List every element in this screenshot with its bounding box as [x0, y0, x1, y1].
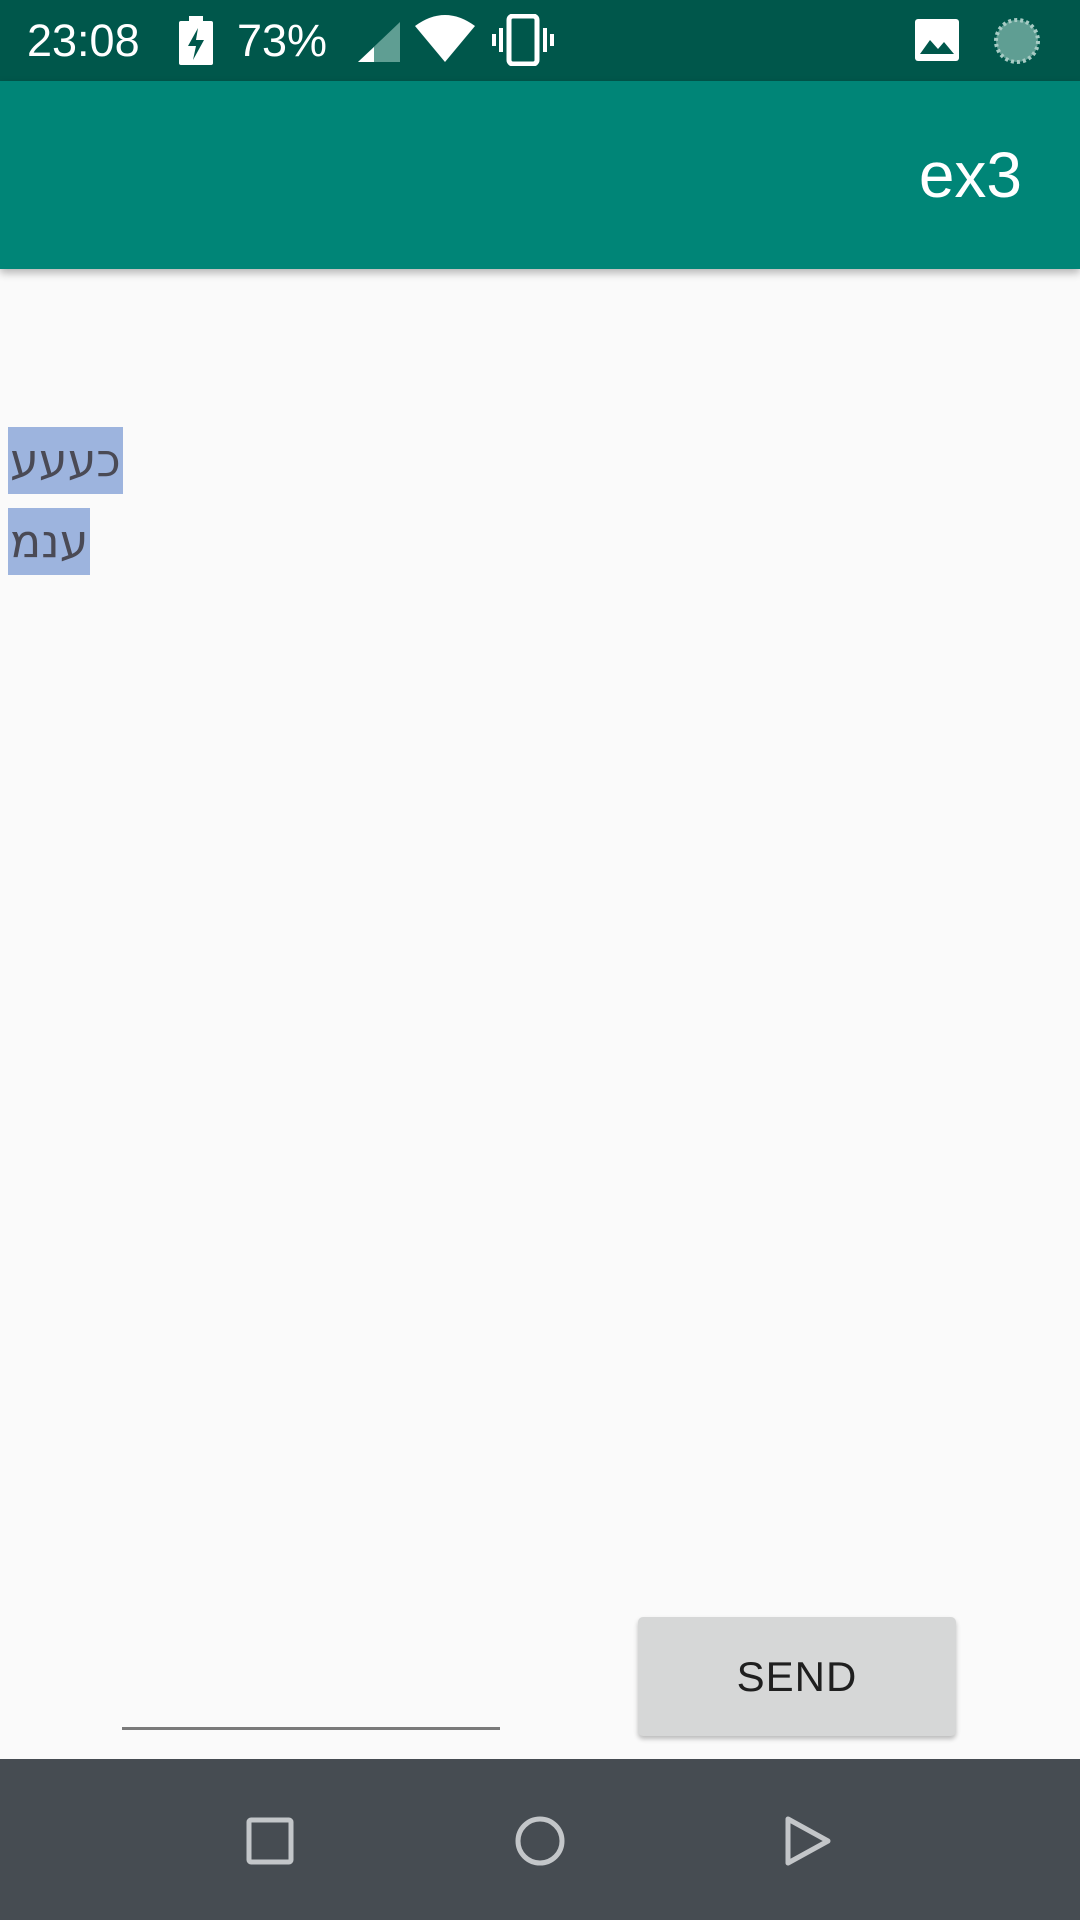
cell-signal-icon: [358, 22, 400, 62]
vibrate-icon: [492, 14, 554, 66]
app-bar: ex3: [0, 81, 1080, 269]
back-icon[interactable]: [784, 1815, 832, 1867]
navigation-bar: [0, 1759, 1080, 1920]
image-icon: [915, 19, 959, 61]
status-bar: 23:08 73%: [0, 0, 1080, 81]
message-input[interactable]: [122, 1640, 500, 1730]
wifi-icon: [415, 15, 475, 62]
send-button[interactable]: SEND: [638, 1617, 956, 1736]
battery-charging-icon: [179, 16, 213, 65]
home-icon[interactable]: [514, 1815, 566, 1867]
status-time: 23:08: [27, 15, 140, 66]
app-title: ex3: [918, 139, 1022, 211]
battery-percent: 73%: [237, 15, 328, 66]
sync-icon: [994, 18, 1040, 64]
message-text: ענמ: [8, 508, 91, 575]
message-text: כעעע: [8, 427, 123, 494]
recent-apps-icon[interactable]: [246, 1817, 294, 1865]
